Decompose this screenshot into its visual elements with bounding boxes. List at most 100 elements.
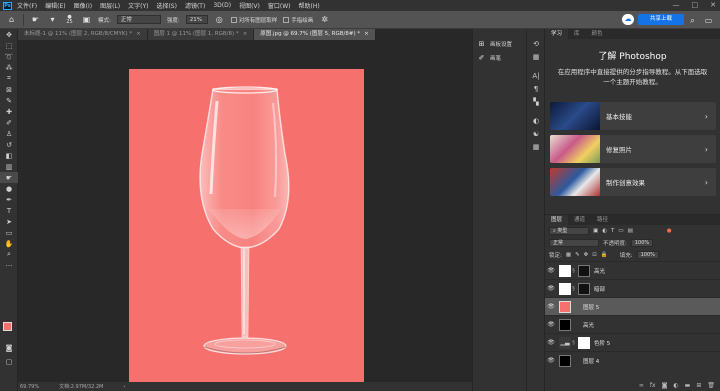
tab-document-2[interactable]: 图层 1 @ 11% (图层 1, RGB/8) * × [147, 29, 255, 40]
layer-mask-thumbnail[interactable] [578, 264, 590, 277]
history-icon[interactable]: ⟲ [527, 37, 545, 50]
tab-learn[interactable]: 学习 [545, 29, 569, 39]
menu-select[interactable]: 选择(S) [156, 1, 177, 10]
lock-move-icon[interactable]: ✥ [584, 252, 589, 258]
menu-file[interactable]: 文件(F) [17, 1, 37, 10]
type-tool-icon[interactable]: T [0, 205, 18, 216]
new-group-icon[interactable]: ▬ [685, 382, 691, 391]
eraser-tool-icon[interactable]: ◧ [0, 150, 18, 161]
share-button[interactable]: 共享上载 [638, 14, 684, 25]
maximize-button[interactable]: □ [692, 1, 699, 9]
menu-3d[interactable]: 3D(D) [213, 2, 231, 9]
tab-document-3[interactable]: 原图.jpg @ 69.7% (图层 5, RGB/8#) * × [254, 29, 376, 40]
add-mask-icon[interactable]: ◙ [662, 382, 668, 391]
character-icon[interactable]: A| [527, 69, 545, 82]
tab-channels[interactable]: 通道 [568, 215, 591, 225]
zoom-tool-icon[interactable]: ⌕ [0, 249, 18, 260]
visibility-eye-icon[interactable]: 👁 [545, 339, 557, 346]
filter-image-icon[interactable]: ▣ [593, 228, 598, 234]
link-layers-icon[interactable]: ∞ [639, 382, 644, 391]
tab-layers[interactable]: 图层 [545, 215, 569, 225]
finger-paint-checkbox[interactable]: 手指绘画 [283, 16, 313, 24]
layer-row-selected[interactable]: 👁 图层 5 [545, 297, 720, 315]
visibility-eye-icon[interactable]: 👁 [545, 357, 557, 364]
pen-tool-icon[interactable]: ✒ [0, 194, 18, 205]
styles-icon[interactable]: ☯ [527, 127, 545, 140]
lock-artboard-icon[interactable]: ⊡ [592, 252, 597, 258]
filter-type-icon[interactable]: T [611, 228, 614, 234]
tab-document-1[interactable]: 未标题-1 @ 11% (图层 2, RGB/8/CMYK) * × [18, 29, 148, 40]
learn-card-fix-photo[interactable]: 修复照片 › [550, 135, 716, 163]
menu-filter[interactable]: 滤镜(T) [185, 1, 205, 10]
frame-tool-icon[interactable]: ⊠ [0, 84, 18, 95]
layer-row[interactable]: 👁 高光 [545, 315, 720, 333]
pressure-icon[interactable]: ◎ [214, 14, 225, 25]
tab-close-icon[interactable]: × [364, 31, 369, 37]
fill-input[interactable]: 100% [636, 251, 659, 259]
trash-icon[interactable]: 🗑 [707, 382, 715, 391]
document-size[interactable]: 文档:2.97M/32.2M [59, 383, 103, 390]
brush-panel-button[interactable]: ✐ 画笔 [473, 51, 526, 65]
layer-mask-thumbnail[interactable] [578, 336, 590, 349]
layer-row[interactable]: 👁 图层 4 [545, 351, 720, 369]
tab-library[interactable]: 库 [568, 29, 586, 39]
filter-smart-icon[interactable]: ▤ [628, 228, 633, 234]
blend-mode-select[interactable]: 正常 [549, 239, 599, 247]
shape-tool-icon[interactable]: ▭ [0, 227, 18, 238]
new-adjustment-icon[interactable]: ◐ [673, 382, 678, 391]
fx-icon[interactable]: fx [650, 382, 656, 391]
workspace-icon[interactable]: ▭ [703, 15, 714, 26]
lock-paint-icon[interactable]: ✎ [575, 252, 580, 258]
zoom-level[interactable]: 69.79% [20, 384, 39, 390]
visibility-eye-icon[interactable]: 👁 [545, 285, 557, 292]
lasso-tool-icon[interactable]: ➰ [0, 51, 18, 62]
filter-toggle-icon[interactable]: ● [667, 228, 672, 234]
layer-row[interactable]: 👁 ▁▃ § 色阶 5 [545, 333, 720, 351]
visibility-eye-icon[interactable]: 👁 [545, 303, 557, 310]
home-icon[interactable]: ⌂ [6, 14, 17, 25]
marquee-tool-icon[interactable]: ⬚ [0, 40, 18, 51]
learn-card-creative-effects[interactable]: 制作创意效果 › [550, 168, 716, 196]
close-button[interactable]: ✕ [710, 1, 716, 9]
quick-mask-icon[interactable]: ◙ [0, 342, 18, 353]
smudge-tool-icon[interactable]: ☛ [0, 172, 18, 183]
brush-preview-icon[interactable]: ● 25 [64, 14, 75, 25]
visibility-eye-icon[interactable]: 👁 [545, 267, 557, 274]
brush-tool-icon[interactable]: ✐ [0, 117, 18, 128]
healing-brush-tool-icon[interactable]: ✚ [0, 106, 18, 117]
crop-tool-icon[interactable]: ⌗ [0, 73, 18, 84]
tab-close-icon[interactable]: × [136, 31, 141, 37]
swatches-icon[interactable]: ▦ [527, 140, 545, 153]
opacity-input[interactable]: 100% [630, 239, 654, 247]
menu-help[interactable]: 帮助(H) [299, 1, 320, 10]
layer-filter-select[interactable]: ⌕ 类型 [549, 227, 589, 235]
menu-view[interactable]: 视图(V) [239, 1, 260, 10]
properties-icon[interactable]: ▦ [527, 50, 545, 63]
foreground-color-swatch[interactable] [3, 322, 12, 331]
artboard-settings-button[interactable]: ⊞ 画板设置 [473, 37, 526, 51]
more-tools-icon[interactable]: ··· [0, 260, 18, 271]
menu-layer[interactable]: 图层(L) [100, 1, 120, 10]
menu-edit[interactable]: 编辑(E) [45, 1, 65, 10]
gradient-tool-icon[interactable]: ▥ [0, 161, 18, 172]
sample-all-checkbox[interactable]: 对所有图层取样 [230, 16, 277, 24]
mode-select[interactable]: 正常 [116, 15, 161, 24]
path-selection-tool-icon[interactable]: ➤ [0, 216, 18, 227]
tab-close-icon[interactable]: × [243, 31, 248, 37]
filter-shape-icon[interactable]: ▭ [618, 228, 623, 234]
filter-adjust-icon[interactable]: ◐ [602, 228, 607, 234]
document-canvas[interactable] [129, 69, 364, 383]
strength-input[interactable]: 21% [185, 15, 208, 24]
layer-row[interactable]: 👁 § 高光 [545, 261, 720, 279]
cloud-icon[interactable]: ☁ [622, 14, 634, 25]
menu-window[interactable]: 窗口(W) [268, 1, 291, 10]
hand-tool-icon[interactable]: ✋ [0, 238, 18, 249]
brush-settings-icon[interactable]: ▣ [81, 14, 92, 25]
lock-pixels-icon[interactable]: ▦ [566, 252, 571, 258]
tab-paths[interactable]: 路径 [591, 215, 614, 225]
paragraph-icon[interactable]: ¶ [527, 82, 545, 95]
lock-all-icon[interactable]: 🔒 [601, 252, 608, 258]
magic-wand-tool-icon[interactable]: ⁂ [0, 62, 18, 73]
smudge-tool-icon[interactable]: ☛ [30, 14, 41, 25]
dodge-tool-icon[interactable]: ● [0, 183, 18, 194]
